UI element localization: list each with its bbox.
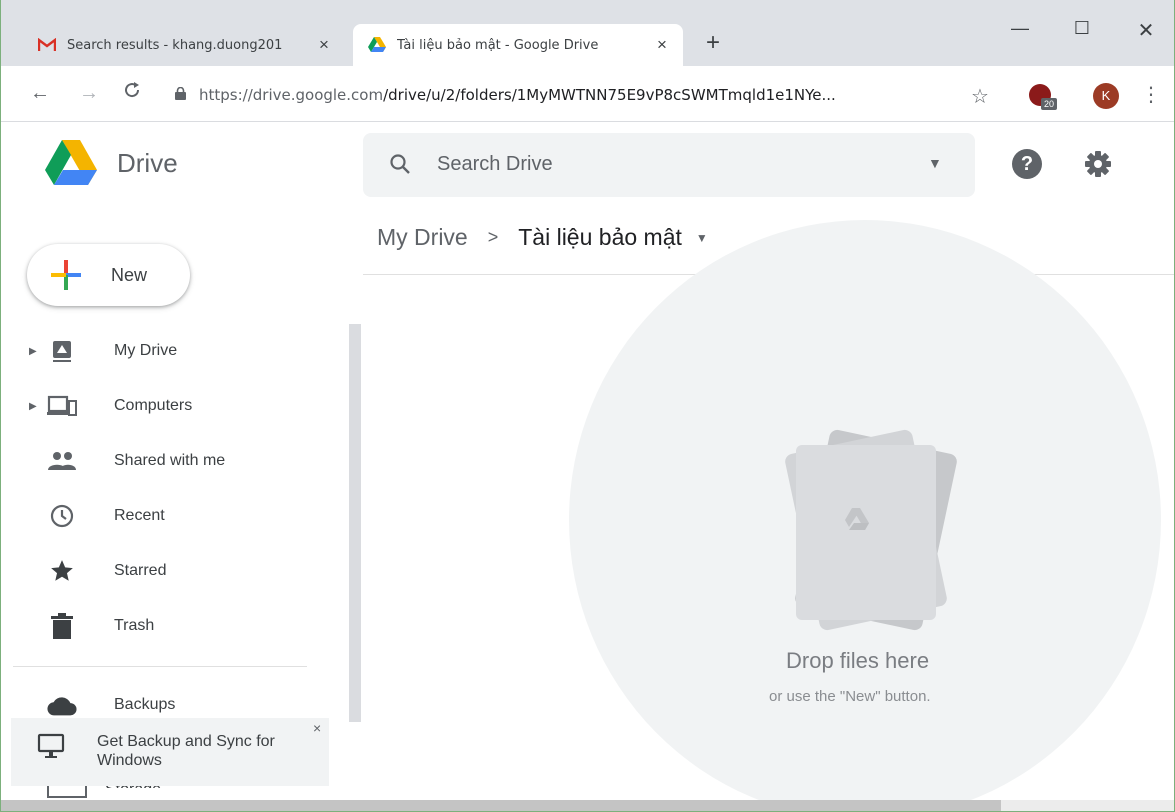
bookmark-star-icon[interactable]: ☆ [971,84,989,109]
promo-close-button[interactable]: × [313,720,321,736]
horizontal-scrollbar[interactable] [1,800,1174,811]
sidebar-item-label: Trash [114,617,155,634]
url-text: https://drive.google.com/drive/u/2/folde… [199,86,949,104]
drop-zone-subtitle: or use the "New" button. [769,688,931,705]
help-icon[interactable]: ? [1012,149,1042,179]
monitor-icon [37,732,65,760]
breadcrumb-current-folder[interactable]: Tài liệu bảo mật [518,224,682,251]
trash-icon [47,611,77,641]
tab-close-button[interactable]: × [311,35,337,55]
gear-icon[interactable] [1081,147,1115,181]
sidebar-item-label: My Drive [114,342,178,359]
tab-title: Search results - khang.duong201 [67,37,283,53]
sidebar-item-my-drive[interactable]: ▶ My Drive [1,326,346,376]
scrollbar-thumb[interactable] [1,800,1001,811]
star-icon [47,556,77,586]
maximize-button[interactable]: ☐ [1059,18,1105,46]
lock-icon [175,86,189,103]
minimize-button[interactable]: — [997,18,1043,46]
drive-logo[interactable] [45,140,97,186]
tab-close-button[interactable]: × [649,35,675,55]
sidebar-divider [13,666,307,667]
browser-menu-icon[interactable]: ⋮ [1141,82,1161,107]
new-button[interactable]: New [27,244,190,306]
app-title: Drive [117,148,178,178]
browser-title-bar: Search results - khang.duong201 × Tài li… [1,0,1174,66]
sidebar-item-computers[interactable]: ▶ Computers [1,381,346,431]
address-bar[interactable]: https://drive.google.com/drive/u/2/folde… [161,76,1011,114]
search-icon[interactable] [389,153,411,175]
extension-badge: 20 [1041,98,1058,110]
breadcrumb: My Drive > Tài liệu bảo mật ▼ [377,224,708,251]
sidebar-item-shared-with-me[interactable]: Shared with me [1,436,346,486]
profile-avatar[interactable]: K [1093,83,1119,109]
search-options-icon[interactable]: ▼ [928,155,942,171]
storage-icon [47,784,87,798]
back-button[interactable]: ← [27,80,53,106]
browser-toolbar: ← → https://drive.google.com/drive/u/2/f… [1,66,1174,122]
computers-icon [47,391,77,421]
empty-folder-illustration [761,420,961,640]
promo-text: Get Backup and Sync for Windows [97,733,275,769]
new-tab-button[interactable]: + [699,30,727,58]
expand-arrow-icon[interactable]: ▶ [29,346,37,357]
url-path: /drive/u/2/folders/1MyMWTNN75E9vP8cSWMTm… [383,86,836,104]
people-icon [47,446,77,476]
search-input[interactable]: Search Drive [437,153,553,176]
reload-icon [125,82,140,98]
sidebar-item-starred[interactable]: Starred [1,546,346,596]
sidebar-item-label: Computers [114,397,193,414]
sidebar-item-recent[interactable]: Recent [1,491,346,541]
tab-gmail-search[interactable]: Search results - khang.duong201 × [23,24,345,66]
sidebar-item-trash[interactable]: Trash [1,601,346,651]
breadcrumb-root[interactable]: My Drive [377,224,468,251]
browser-window: Search results - khang.duong201 × Tài li… [0,0,1175,812]
sidebar-item-label: Starred [114,562,167,579]
gmail-icon [37,35,57,55]
sidebar-item-label: Shared with me [114,452,226,469]
expand-arrow-icon[interactable]: ▶ [29,401,37,412]
cloud-icon [47,690,77,720]
forward-button[interactable]: → [76,80,102,106]
new-button-label: New [111,265,148,285]
clock-icon [47,501,77,531]
url-host: https://drive.google.com [199,86,384,104]
sidebar-scrollbar[interactable] [349,324,361,722]
google-drive-icon [367,35,387,55]
backup-sync-promo[interactable]: Get Backup and Sync for Windows × [11,718,329,786]
breadcrumb-separator: > [487,227,499,247]
tab-title: Tài liệu bảo mật - Google Drive [397,37,599,53]
sidebar-item-label: Backups [114,696,176,713]
drop-zone-title: Drop files here [786,648,930,673]
search-bar[interactable]: Search Drive ▼ [363,133,975,197]
reload-button[interactable] [119,80,145,106]
my-drive-icon [47,336,77,366]
plus-icon [49,258,83,292]
chevron-down-icon[interactable]: ▼ [696,231,708,245]
sidebar-item-label: Recent [114,507,165,524]
close-window-button[interactable]: ✕ [1123,18,1169,46]
tab-google-drive[interactable]: Tài liệu bảo mật - Google Drive × [353,24,683,66]
